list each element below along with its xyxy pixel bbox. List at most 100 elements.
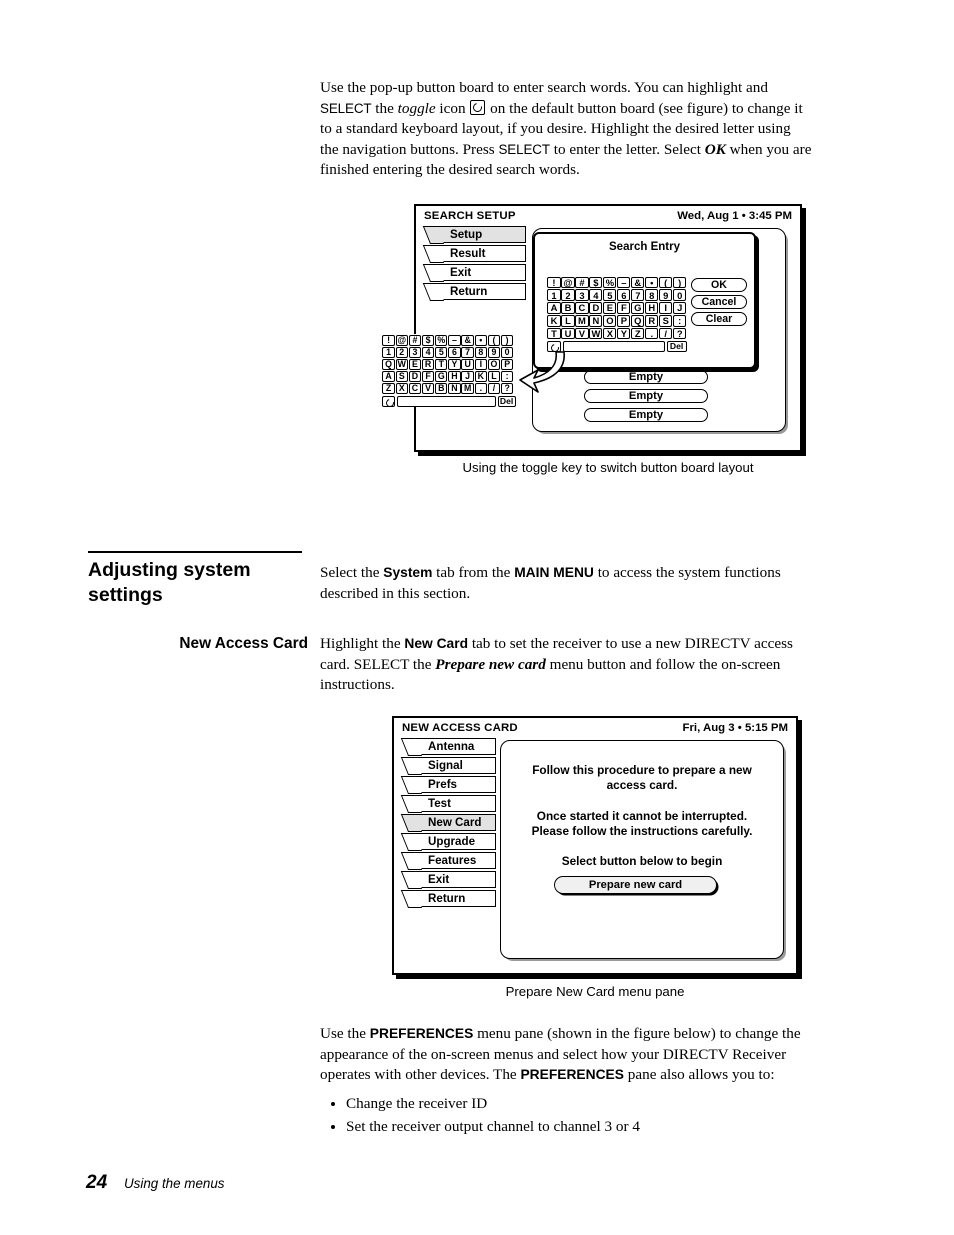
key[interactable]: N xyxy=(589,314,603,327)
key[interactable]: Y xyxy=(617,327,631,340)
key[interactable]: N xyxy=(448,383,461,395)
key[interactable]: 1 xyxy=(382,346,395,358)
key[interactable]: P xyxy=(617,314,631,327)
del-key[interactable]: Del xyxy=(666,340,687,353)
key[interactable]: ? xyxy=(673,327,687,340)
key[interactable]: X xyxy=(395,383,408,395)
tab-return[interactable]: Return xyxy=(430,283,526,300)
key[interactable]: X xyxy=(603,327,617,340)
tab-setup[interactable]: Setup xyxy=(430,226,526,243)
key[interactable]: S xyxy=(395,371,408,383)
key[interactable]: 6 xyxy=(617,289,631,301)
key[interactable]: 2 xyxy=(395,346,408,358)
tab-features[interactable]: Features xyxy=(408,852,496,869)
key[interactable]: 6 xyxy=(448,346,461,358)
key[interactable]: : xyxy=(500,371,514,383)
key[interactable]: : xyxy=(673,314,687,327)
key[interactable]: S xyxy=(659,314,673,327)
key[interactable]: @ xyxy=(561,276,575,289)
key[interactable]: 8 xyxy=(645,289,659,301)
key[interactable]: A xyxy=(382,371,395,383)
key[interactable]: 4 xyxy=(421,346,435,358)
ok-button[interactable]: OK xyxy=(691,278,747,292)
key[interactable]: $ xyxy=(589,276,603,289)
key[interactable]: % xyxy=(435,334,448,346)
key[interactable]: 3 xyxy=(575,289,589,301)
key[interactable]: 7 xyxy=(631,289,645,301)
tab-exit[interactable]: Exit xyxy=(430,264,526,281)
key[interactable]: 4 xyxy=(589,289,603,301)
key[interactable]: D xyxy=(408,371,422,383)
key[interactable]: ) xyxy=(673,276,687,289)
tab-antenna[interactable]: Antenna xyxy=(408,738,496,755)
saved-search-button-3[interactable]: Empty xyxy=(584,408,708,422)
tab-result[interactable]: Result xyxy=(430,245,526,262)
key[interactable]: / xyxy=(659,327,673,340)
search-entry-input-alt[interactable] xyxy=(396,395,496,407)
key[interactable]: 7 xyxy=(461,346,474,358)
key[interactable]: Z xyxy=(631,327,645,340)
key[interactable]: 2 xyxy=(561,289,575,301)
saved-search-button-1[interactable]: Empty xyxy=(584,370,708,384)
key[interactable]: . xyxy=(474,383,487,395)
key[interactable]: T xyxy=(547,327,561,340)
key[interactable]: . xyxy=(645,327,659,340)
key[interactable]: # xyxy=(575,276,589,289)
tab-exit-2[interactable]: Exit xyxy=(408,871,496,888)
key[interactable]: P xyxy=(500,358,514,370)
key[interactable]: @ xyxy=(395,334,408,346)
key[interactable]: W xyxy=(589,327,603,340)
key[interactable]: W xyxy=(395,358,408,370)
key[interactable]: 0 xyxy=(500,346,514,358)
key[interactable]: % xyxy=(603,276,617,289)
key[interactable]: U xyxy=(461,358,474,370)
key[interactable]: R xyxy=(645,314,659,327)
key[interactable]: & xyxy=(631,276,645,289)
key[interactable]: 3 xyxy=(408,346,422,358)
key[interactable]: ! xyxy=(547,276,561,289)
key[interactable]: Q xyxy=(631,314,645,327)
key[interactable]: K xyxy=(474,371,487,383)
key[interactable]: # xyxy=(408,334,422,346)
del-key-alt[interactable]: Del xyxy=(497,395,516,407)
prepare-new-card-button[interactable]: Prepare new card xyxy=(554,876,717,894)
key[interactable]: ? xyxy=(500,383,514,395)
key[interactable]: M xyxy=(575,314,589,327)
key[interactable]: D xyxy=(589,302,603,314)
key[interactable]: Q xyxy=(382,358,395,370)
search-entry-input[interactable] xyxy=(562,340,665,353)
key[interactable]: – xyxy=(617,276,631,289)
toggle-icon[interactable] xyxy=(382,395,395,407)
key[interactable]: O xyxy=(603,314,617,327)
key[interactable]: ( xyxy=(487,334,501,346)
clear-button[interactable]: Clear xyxy=(691,312,747,326)
key[interactable]: E xyxy=(603,302,617,314)
key[interactable]: A xyxy=(547,302,561,314)
key[interactable]: I xyxy=(659,302,673,314)
key[interactable]: K xyxy=(547,314,561,327)
key[interactable]: C xyxy=(408,383,422,395)
key[interactable]: R xyxy=(421,358,435,370)
key[interactable]: 5 xyxy=(603,289,617,301)
key[interactable]: M xyxy=(461,383,474,395)
tab-prefs[interactable]: Prefs xyxy=(408,776,496,793)
tab-test[interactable]: Test xyxy=(408,795,496,812)
key[interactable]: G xyxy=(435,371,448,383)
key[interactable]: – xyxy=(448,334,461,346)
key[interactable]: B xyxy=(561,302,575,314)
key[interactable]: L xyxy=(561,314,575,327)
saved-search-button-2[interactable]: Empty xyxy=(584,389,708,403)
key[interactable]: ( xyxy=(659,276,673,289)
key[interactable]: • xyxy=(645,276,659,289)
key[interactable]: ) xyxy=(500,334,514,346)
key[interactable]: J xyxy=(461,371,474,383)
key[interactable]: 1 xyxy=(547,289,561,301)
key[interactable]: C xyxy=(575,302,589,314)
key[interactable]: & xyxy=(461,334,474,346)
key[interactable]: ! xyxy=(382,334,395,346)
key[interactable]: 8 xyxy=(474,346,487,358)
key[interactable]: 5 xyxy=(435,346,448,358)
key[interactable]: J xyxy=(673,302,687,314)
key[interactable]: V xyxy=(575,327,589,340)
key[interactable]: H xyxy=(448,371,461,383)
